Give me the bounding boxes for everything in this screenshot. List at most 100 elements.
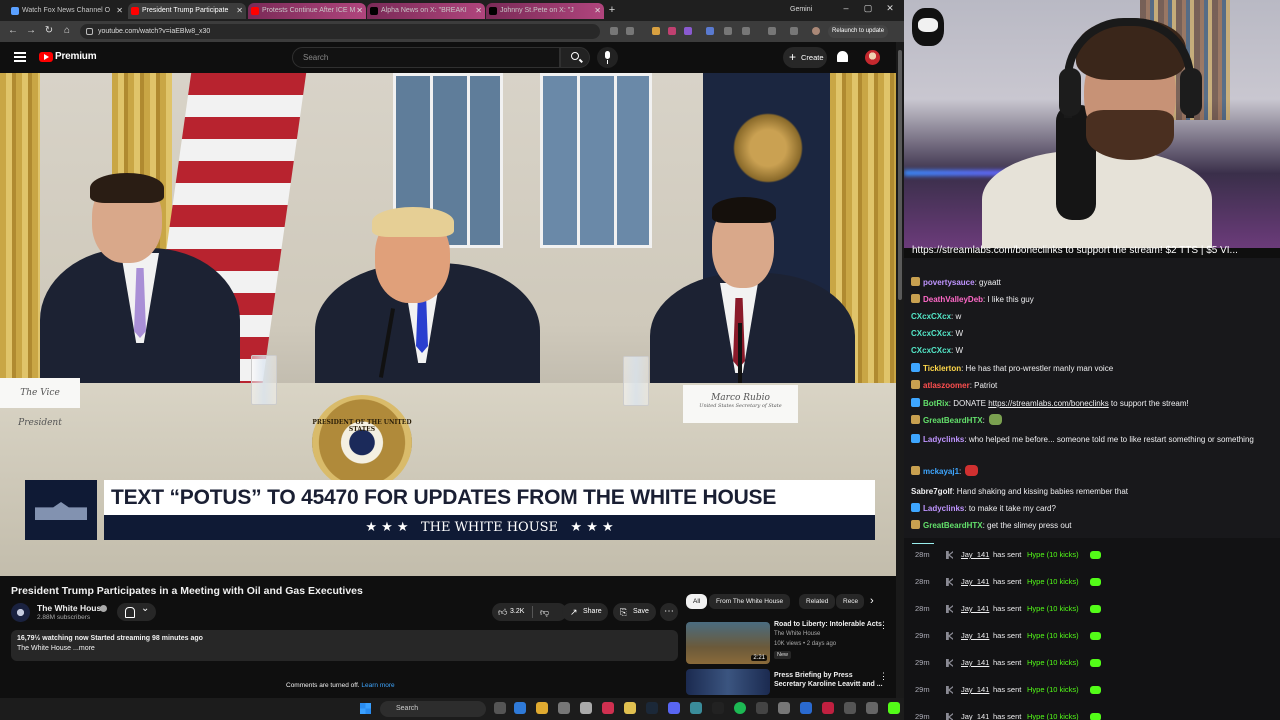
app-icon[interactable] bbox=[558, 702, 570, 714]
app-icon[interactable] bbox=[822, 702, 834, 714]
chat-username[interactable]: Sabre7golf bbox=[911, 487, 952, 496]
extension-icon[interactable] bbox=[684, 27, 692, 35]
chat-username[interactable]: Ladyclinks bbox=[923, 504, 964, 513]
task-view-icon[interactable] bbox=[494, 702, 506, 714]
related-thumbnail[interactable]: 2:21 bbox=[686, 622, 770, 664]
description-preview[interactable]: The White House ...more bbox=[17, 645, 95, 652]
related-channel[interactable]: The White House bbox=[774, 631, 820, 637]
gemini-button[interactable]: Gemini bbox=[790, 3, 812, 17]
extension-icon[interactable] bbox=[652, 27, 660, 35]
description-box[interactable]: 16,79½ watching now Started streaming 98… bbox=[11, 630, 678, 661]
chip-recent[interactable]: Rece bbox=[836, 594, 864, 609]
reload-icon[interactable]: ↻ bbox=[42, 25, 56, 36]
notification-settings-button[interactable] bbox=[117, 603, 156, 621]
chevron-right-icon[interactable]: › bbox=[870, 594, 874, 609]
chip-related[interactable]: Related bbox=[799, 594, 836, 609]
app-icon[interactable] bbox=[756, 702, 768, 714]
chip-all[interactable]: All bbox=[686, 594, 708, 609]
thumbs-down-icon[interactable]: 👎︎ bbox=[540, 603, 549, 621]
app-icon[interactable] bbox=[602, 702, 614, 714]
relaunch-to-update-button[interactable]: Relaunch to update bbox=[828, 25, 889, 38]
spotify-icon[interactable] bbox=[734, 702, 746, 714]
side-panel-icon[interactable] bbox=[768, 27, 776, 35]
related-thumbnail[interactable] bbox=[686, 669, 770, 695]
event-username[interactable]: Jay_141 bbox=[961, 602, 989, 616]
channel-avatar[interactable] bbox=[11, 603, 30, 622]
save-button[interactable]: ⎘ Save bbox=[613, 603, 656, 621]
notifications-bell-icon[interactable] bbox=[837, 51, 848, 62]
chat-username[interactable]: GreatBeardHTX bbox=[923, 521, 983, 530]
close-tab-icon[interactable]: ✕ bbox=[475, 3, 482, 19]
extension-icon[interactable] bbox=[724, 27, 732, 35]
app-icon[interactable] bbox=[866, 702, 878, 714]
chat-username[interactable]: mckayaj1 bbox=[923, 467, 959, 476]
discord-icon[interactable] bbox=[668, 702, 680, 714]
app-icon[interactable] bbox=[800, 702, 812, 714]
forward-icon[interactable]: → bbox=[24, 25, 38, 36]
youtube-premium-label[interactable]: Premium bbox=[55, 51, 97, 62]
chat-username[interactable]: Ticklerton bbox=[923, 364, 961, 373]
event-username[interactable]: Jay_141 bbox=[961, 683, 989, 697]
tab-alpha-news[interactable]: Alpha News on X: "BREAKI ✕ bbox=[367, 3, 485, 19]
related-title[interactable]: Road to Liberty: Intolerable Acts bbox=[774, 620, 884, 629]
close-tab-icon[interactable]: ✕ bbox=[594, 3, 601, 19]
event-username[interactable]: Jay_141 bbox=[961, 656, 989, 670]
related-title[interactable]: Press Briefing by Press Secretary Karoli… bbox=[774, 671, 884, 689]
minimize-icon[interactable]: – bbox=[838, 3, 854, 13]
learn-more-link[interactable]: Learn more bbox=[361, 682, 394, 689]
extension-icon[interactable] bbox=[668, 27, 676, 35]
chat-username[interactable]: povertysauce bbox=[923, 278, 975, 287]
close-tab-icon[interactable]: ✕ bbox=[236, 3, 243, 19]
kick-icon[interactable] bbox=[888, 702, 900, 714]
video-player[interactable]: The Vice President Marco Rubio United St… bbox=[0, 73, 896, 576]
bookmark-star-icon[interactable] bbox=[626, 27, 634, 35]
app-icon[interactable] bbox=[844, 702, 856, 714]
extensions-puzzle-icon[interactable] bbox=[742, 27, 750, 35]
chat-username[interactable]: DeathValleyDeb bbox=[923, 295, 983, 304]
scrollbar-thumb[interactable] bbox=[898, 50, 902, 300]
settings-gear-icon[interactable] bbox=[778, 702, 790, 714]
downloads-icon[interactable] bbox=[790, 27, 798, 35]
youtube-logo-icon[interactable] bbox=[39, 52, 53, 62]
event-username[interactable]: Jay_141 bbox=[961, 575, 989, 589]
account-avatar[interactable] bbox=[865, 50, 880, 65]
extension-icon[interactable] bbox=[706, 27, 714, 35]
voice-search-mic-icon[interactable] bbox=[597, 47, 618, 68]
windows-start-icon[interactable] bbox=[360, 703, 371, 714]
chat-username[interactable]: Ladyclinks bbox=[923, 435, 964, 444]
more-vert-icon[interactable]: ⋮ bbox=[879, 671, 888, 682]
app-icon[interactable] bbox=[580, 702, 592, 714]
search-input[interactable]: Search bbox=[292, 47, 560, 68]
like-count[interactable]: 3.2K bbox=[510, 603, 524, 621]
steam-icon[interactable] bbox=[646, 702, 658, 714]
taskbar-search-input[interactable]: Search bbox=[380, 701, 486, 717]
tab-president-trump[interactable]: President Trump Participate ✕ bbox=[128, 3, 246, 19]
tab-protests[interactable]: Protests Continue After ICE M ✕ bbox=[248, 3, 366, 19]
url-bar[interactable]: youtube.com/watch?v=iaEBlw8_x30 bbox=[80, 24, 600, 39]
thumbs-up-icon[interactable]: 👍︎ bbox=[498, 603, 507, 621]
close-window-icon[interactable]: ✕ bbox=[882, 3, 898, 14]
app-icon[interactable] bbox=[690, 702, 702, 714]
file-explorer-icon[interactable] bbox=[624, 702, 636, 714]
tab-johnny-st-pete[interactable]: Johnny St.Pete on X: "J ✕ bbox=[486, 3, 604, 19]
chat-username[interactable]: CXcxCXcx bbox=[911, 312, 951, 321]
chat-username[interactable]: GreatBeardHTX bbox=[923, 416, 983, 425]
chat-username[interactable]: CXcxCXcx bbox=[911, 329, 951, 338]
more-actions-button[interactable]: ⋯ bbox=[660, 603, 678, 621]
install-icon[interactable] bbox=[610, 27, 618, 35]
event-username[interactable]: Jay_141 bbox=[961, 629, 989, 643]
create-button[interactable]: Create bbox=[783, 47, 827, 68]
search-button[interactable] bbox=[560, 47, 590, 68]
home-icon[interactable]: ⌂ bbox=[60, 25, 74, 36]
obs-icon[interactable] bbox=[712, 702, 724, 714]
event-username[interactable]: Jay_141 bbox=[961, 710, 989, 720]
chat-username[interactable]: atlaszoomer bbox=[923, 381, 970, 390]
maximize-icon[interactable]: ▢ bbox=[860, 3, 876, 14]
channel-name[interactable]: The White House bbox=[37, 603, 106, 613]
close-tab-icon[interactable]: ✕ bbox=[356, 3, 363, 19]
chip-from-the-white-house[interactable]: From The White House bbox=[709, 594, 791, 609]
chat-username[interactable]: BotRix bbox=[923, 399, 949, 408]
chat-username[interactable]: CXcxCXcx bbox=[911, 346, 951, 355]
new-tab-button[interactable]: + bbox=[605, 3, 619, 17]
event-username[interactable]: Jay_141 bbox=[961, 548, 989, 562]
